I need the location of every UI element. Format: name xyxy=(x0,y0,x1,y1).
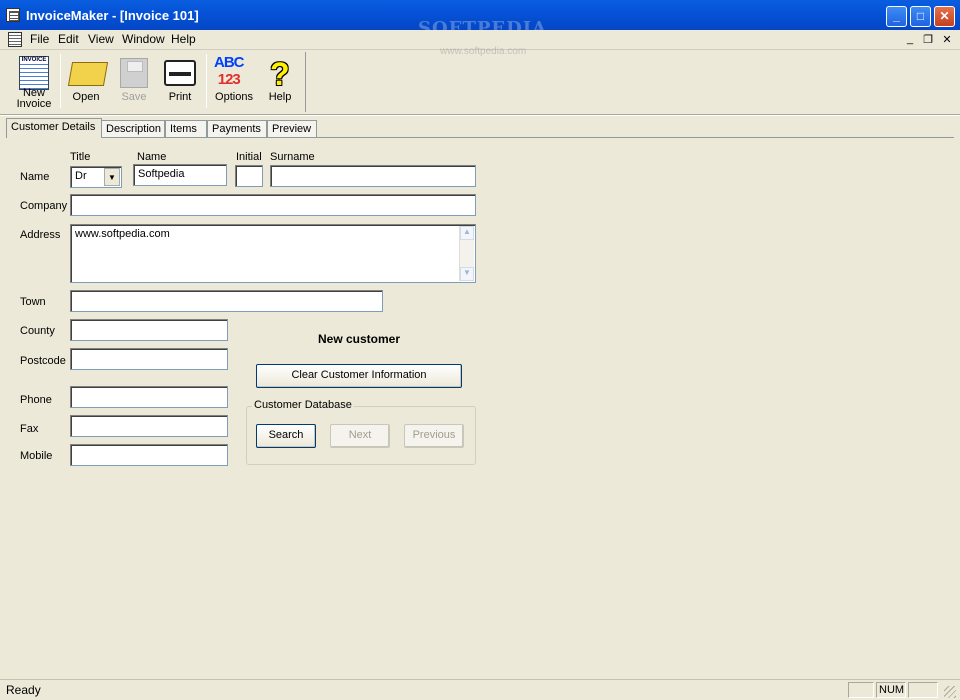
title-value: Dr xyxy=(75,170,87,182)
mobile-label: Mobile xyxy=(20,450,53,462)
town-field[interactable] xyxy=(70,290,383,312)
postcode-label: Postcode xyxy=(20,355,66,367)
chevron-down-icon[interactable]: ▼ xyxy=(104,168,120,186)
status-text: Ready xyxy=(6,683,41,697)
invoice-icon xyxy=(19,56,49,90)
menu-edit[interactable]: Edit xyxy=(55,32,82,46)
title-bar: InvoiceMaker - [Invoice 101] SOFTPEDIA _… xyxy=(0,0,960,39)
menu-help[interactable]: Help xyxy=(168,32,199,46)
toolbar: NewInvoice Open Save Print ABC123 Option… xyxy=(8,52,306,112)
fax-field[interactable] xyxy=(70,415,228,437)
tab-preview[interactable]: Preview xyxy=(267,120,317,137)
postcode-field[interactable] xyxy=(70,348,228,370)
previous-button[interactable]: Previous xyxy=(404,424,464,448)
title-select[interactable]: Dr ▼ xyxy=(70,166,122,188)
status-panel-caps xyxy=(848,682,874,698)
status-panel-scroll xyxy=(908,682,938,698)
town-label: Town xyxy=(20,296,46,308)
name-label: Name xyxy=(20,171,50,183)
status-panel-num: NUM xyxy=(876,682,906,698)
address-textarea[interactable]: www.softpedia.com ▲ ▼ xyxy=(70,224,476,283)
help-label: Help xyxy=(268,91,292,103)
new-invoice-label-2: Invoice xyxy=(16,98,52,110)
tab-baseline xyxy=(6,137,954,138)
surname-field[interactable] xyxy=(270,165,476,187)
open-button[interactable]: Open xyxy=(62,52,110,112)
address-label: Address xyxy=(20,229,61,241)
surname-header: Surname xyxy=(270,151,315,163)
tab-description[interactable]: Description xyxy=(101,120,165,137)
company-label: Company xyxy=(20,200,68,212)
toolbar-divider xyxy=(0,114,960,116)
name-header: Name xyxy=(137,151,167,163)
address-scrollbar[interactable]: ▲ ▼ xyxy=(459,226,474,281)
clear-customer-button[interactable]: Clear Customer Information xyxy=(256,364,462,388)
maximize-button[interactable]: □ xyxy=(910,6,931,27)
tab-payments[interactable]: Payments xyxy=(207,120,267,137)
options-label: Options xyxy=(215,91,253,103)
save-label: Save xyxy=(121,91,147,103)
scroll-down-icon[interactable]: ▼ xyxy=(460,267,474,281)
name-field[interactable]: Softpedia xyxy=(133,164,227,186)
minimize-button[interactable]: _ xyxy=(886,6,907,27)
phone-label: Phone xyxy=(20,394,52,406)
folder-icon xyxy=(67,62,109,86)
toolbar-separator xyxy=(206,54,207,108)
customer-status: New customer xyxy=(318,332,401,346)
options-button[interactable]: ABC 123 Options xyxy=(210,52,258,112)
phone-field[interactable] xyxy=(70,386,228,408)
toolbar-separator xyxy=(60,54,61,108)
watermark-url: www.softpedia.com xyxy=(440,46,527,57)
county-field[interactable] xyxy=(70,319,228,341)
question-mark-icon: ? xyxy=(270,56,290,92)
address-value: www.softpedia.com xyxy=(75,228,170,240)
status-bar: Ready NUM xyxy=(0,679,960,700)
company-field[interactable] xyxy=(70,194,476,216)
mdi-close-button[interactable]: ✕ xyxy=(940,33,954,46)
tab-customer-details[interactable]: Customer Details xyxy=(6,118,102,138)
abc-123-icon: ABC 123 xyxy=(214,54,244,88)
print-button[interactable]: Print xyxy=(156,52,204,112)
menu-file[interactable]: File xyxy=(27,32,52,46)
mdi-minimize-button[interactable]: _ xyxy=(903,33,917,45)
mdi-restore-button[interactable]: ❐ xyxy=(921,33,935,46)
resize-grip-icon[interactable] xyxy=(944,686,956,698)
floppy-icon xyxy=(120,58,148,88)
printer-icon xyxy=(164,60,196,86)
title-header: Title xyxy=(70,151,91,163)
save-button[interactable]: Save xyxy=(110,52,158,112)
county-label: County xyxy=(20,325,55,337)
open-label: Open xyxy=(72,91,100,103)
app-icon[interactable] xyxy=(6,8,20,22)
search-button[interactable]: Search xyxy=(256,424,316,448)
menu-window[interactable]: Window xyxy=(119,32,168,46)
tab-items[interactable]: Items xyxy=(165,120,207,137)
close-button[interactable]: ✕ xyxy=(934,6,955,27)
initial-header: Initial xyxy=(236,151,262,163)
customer-database-title: Customer Database xyxy=(252,399,354,411)
new-invoice-button[interactable]: NewInvoice xyxy=(10,52,58,112)
fax-label: Fax xyxy=(20,423,39,435)
document-icon[interactable] xyxy=(8,32,22,47)
next-button[interactable]: Next xyxy=(330,424,390,448)
print-label: Print xyxy=(168,91,192,103)
scroll-up-icon[interactable]: ▲ xyxy=(460,226,474,240)
window-title: InvoiceMaker - [Invoice 101] xyxy=(26,8,199,23)
mobile-field[interactable] xyxy=(70,444,228,466)
menu-view[interactable]: View xyxy=(85,32,117,46)
help-button[interactable]: ? Help xyxy=(256,52,304,112)
initial-field[interactable] xyxy=(235,165,263,187)
